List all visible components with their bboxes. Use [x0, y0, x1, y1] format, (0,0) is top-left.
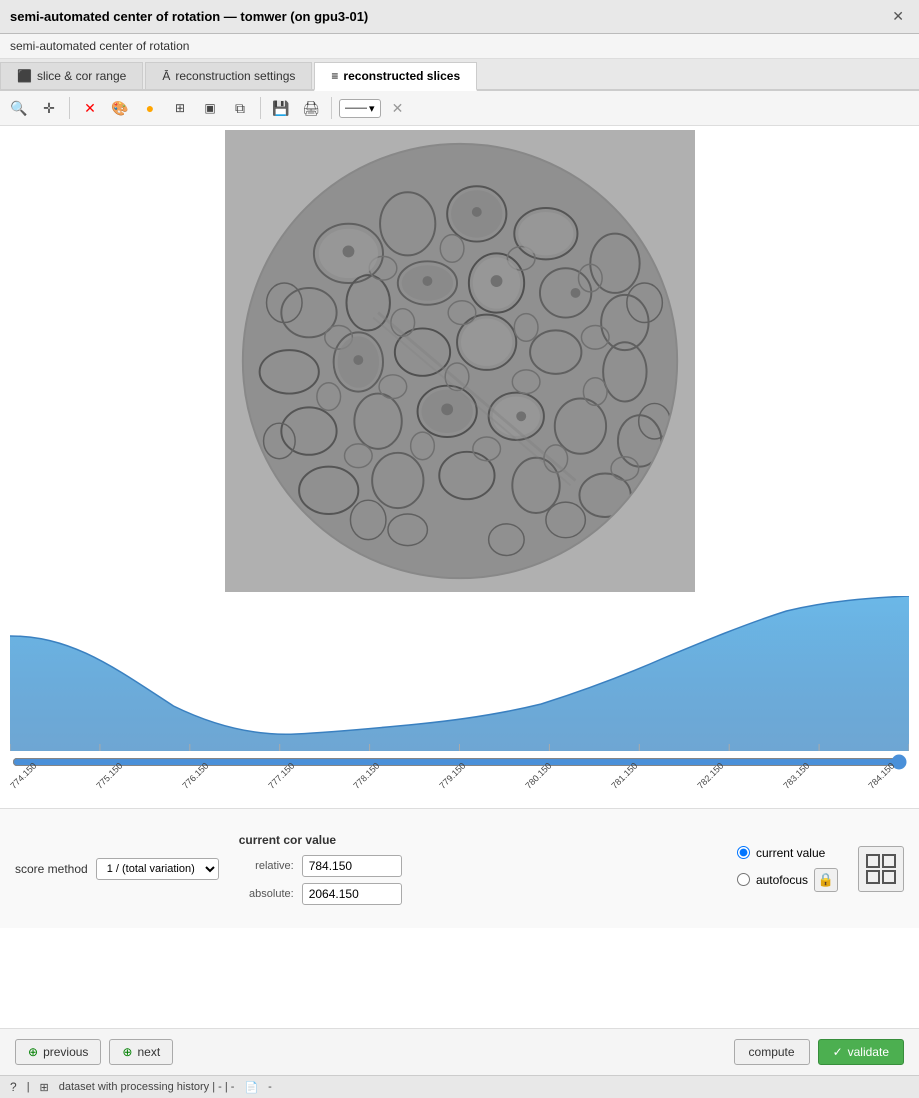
subtitle-bar: semi-automated center of rotation	[0, 34, 919, 59]
dataset-icon: ⊞	[40, 1081, 49, 1094]
toolbar-separator-2	[260, 97, 261, 119]
subtitle-label: semi-automated center of rotation	[10, 39, 189, 53]
cor-relative-label: relative:	[239, 860, 294, 872]
tab-reconstructed-slices[interactable]: ≡ reconstructed slices	[314, 62, 477, 91]
compute-button[interactable]: compute	[734, 1039, 810, 1065]
radio-section: current value autofocus 🔒	[737, 846, 838, 892]
chart-container	[10, 596, 909, 754]
controls-area: score method 1 / (total variation) other…	[0, 808, 919, 928]
tab-slice-cor-range[interactable]: ⬛ slice & cor range	[0, 62, 143, 89]
circle-button[interactable]: ●	[137, 95, 163, 121]
nav-buttons: ⊕ previous ⊕ next	[15, 1039, 173, 1065]
colormap-button[interactable]: 🎨	[107, 95, 133, 121]
cor-title: current cor value	[239, 833, 717, 847]
tab-reconstructed-slices-label: reconstructed slices	[343, 69, 460, 83]
zoom-button[interactable]: 🔍	[6, 95, 32, 121]
radio-autofocus[interactable]: autofocus	[737, 873, 808, 887]
grid-layout-button[interactable]	[858, 846, 904, 892]
file-icon: 📄	[244, 1081, 258, 1094]
close-plot-button[interactable]: ✕	[385, 95, 411, 121]
dataset-label: dataset with processing history | - | -	[59, 1081, 235, 1093]
help-icon[interactable]: ?	[10, 1080, 17, 1094]
score-method-select[interactable]: 1 / (total variation) other method	[96, 858, 219, 880]
bottom-bar: ⊕ previous ⊕ next compute ✓ validate	[0, 1028, 919, 1075]
cor-absolute-input[interactable]	[302, 883, 402, 905]
main-content: 774.150 775.150 776.150 777.150 778.150 …	[0, 126, 919, 1028]
radio-current-value-input[interactable]	[737, 846, 750, 859]
line-style-arrow: ▾	[369, 102, 375, 115]
validate-label: validate	[848, 1045, 889, 1059]
tomo-wrapper	[225, 130, 695, 592]
tab-reconstruction-settings-label: reconstruction settings	[175, 69, 295, 83]
radio-current-value-label: current value	[756, 846, 825, 860]
cor-value-section: current cor value relative: absolute:	[239, 833, 717, 905]
window-title: semi-automated center of rotation — tomw…	[10, 9, 368, 24]
close-button[interactable]: ✕	[887, 6, 909, 27]
compute-label: compute	[749, 1045, 795, 1059]
tab-reconstructed-slices-icon: ≡	[331, 69, 338, 83]
title-bar: semi-automated center of rotation — tomw…	[0, 0, 919, 34]
cor-absolute-label: absolute:	[239, 888, 294, 900]
toolbar-separator-3	[331, 97, 332, 119]
cor-relative-row: relative:	[239, 855, 717, 877]
chart-labels-row: 774.150 775.150 776.150 777.150 778.150 …	[10, 778, 909, 808]
line-style-icon: ——	[345, 102, 367, 114]
score-method-section: score method 1 / (total variation) other…	[15, 858, 219, 880]
grid-icon	[865, 853, 897, 885]
image-area	[0, 126, 919, 596]
cor-relative-input[interactable]	[302, 855, 402, 877]
radio-autofocus-input[interactable]	[737, 873, 750, 886]
tomo-image	[230, 132, 690, 590]
tab-reconstruction-settings[interactable]: Ā reconstruction settings	[145, 62, 312, 89]
tabs-bar: ⬛ slice & cor range Ā reconstruction set…	[0, 59, 919, 91]
tab-slice-cor-range-label: slice & cor range	[37, 69, 126, 83]
save-button[interactable]: 💾	[268, 95, 294, 121]
tab-reconstruction-settings-icon: Ā	[162, 69, 170, 83]
status-dash: -	[268, 1081, 272, 1093]
previous-label: previous	[43, 1045, 88, 1059]
copy-button[interactable]: ⧉	[227, 95, 253, 121]
action-buttons: compute ✓ validate	[734, 1039, 904, 1065]
print-button[interactable]: 🖨	[298, 95, 324, 121]
tab-slice-cor-range-icon: ⬛	[17, 69, 32, 83]
next-label: next	[137, 1045, 160, 1059]
next-icon: ⊕	[122, 1045, 132, 1059]
validate-icon: ✓	[833, 1045, 843, 1059]
next-button[interactable]: ⊕ next	[109, 1039, 173, 1065]
lock-button[interactable]: 🔒	[814, 868, 838, 892]
radio-autofocus-label: autofocus	[756, 873, 808, 887]
line-style-button[interactable]: —— ▾	[339, 99, 381, 118]
axes-button[interactable]: ⊞	[167, 95, 193, 121]
toolbar-separator-1	[69, 97, 70, 119]
validate-button[interactable]: ✓ validate	[818, 1039, 904, 1065]
toolbar: 🔍 ✛ ✕ 🎨 ● ⊞ ▣ ⧉ 💾 🖨 —— ▾ ✕	[0, 91, 919, 126]
cor-absolute-row: absolute:	[239, 883, 717, 905]
chart-area: 774.150 775.150 776.150 777.150 778.150 …	[0, 596, 919, 808]
status-separator: |	[27, 1081, 30, 1093]
chart-svg	[10, 596, 909, 751]
status-bar: ? | ⊞ dataset with processing history | …	[0, 1075, 919, 1098]
radio-current-value[interactable]: current value	[737, 846, 838, 860]
score-method-label: score method	[15, 862, 88, 876]
mask-button[interactable]: ▣	[197, 95, 223, 121]
previous-icon: ⊕	[28, 1045, 38, 1059]
previous-button[interactable]: ⊕ previous	[15, 1039, 101, 1065]
reset-button[interactable]: ✕	[77, 95, 103, 121]
pan-button[interactable]: ✛	[36, 95, 62, 121]
